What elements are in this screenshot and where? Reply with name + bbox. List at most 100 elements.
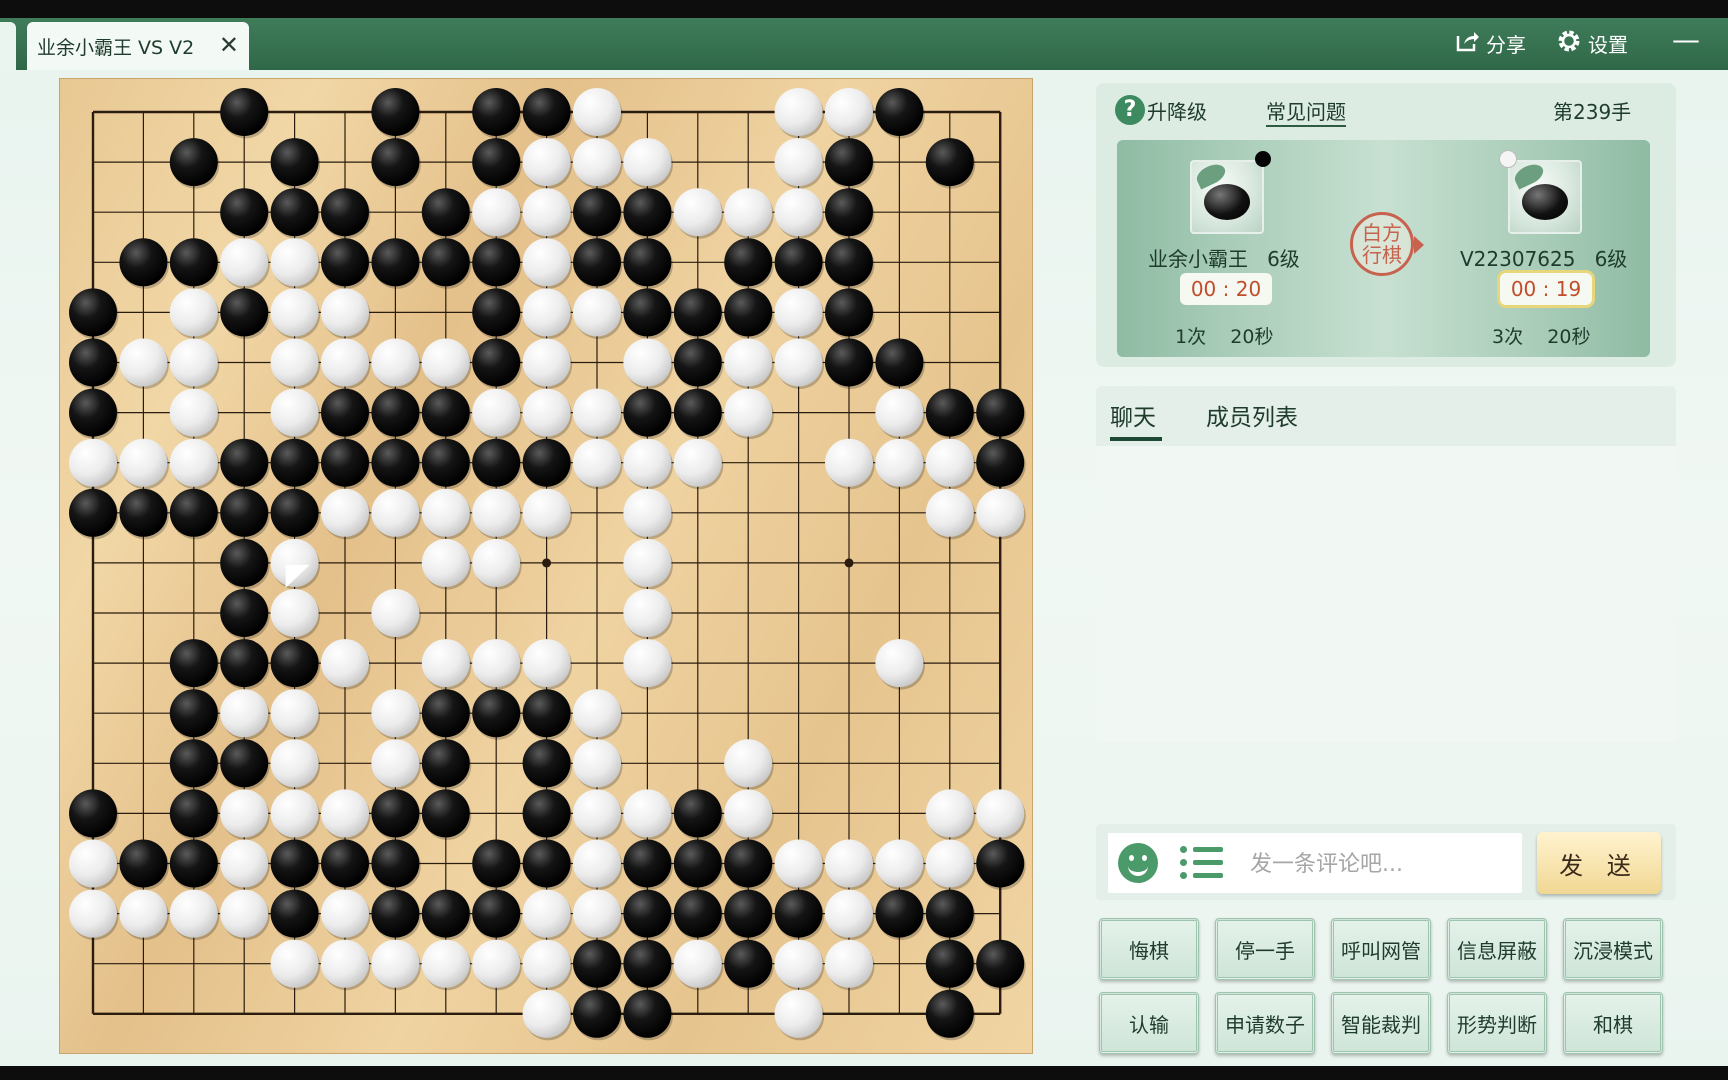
emoji-icon[interactable]: [1118, 843, 1158, 883]
immersive-mode-button[interactable]: 沉浸模式: [1563, 918, 1663, 980]
white-stone: [270, 689, 319, 738]
black-stone: [623, 238, 672, 287]
black-stone: [472, 889, 521, 938]
pass-button[interactable]: 停一手: [1215, 918, 1315, 980]
white-stone: [270, 589, 319, 637]
black-stone: [69, 288, 117, 337]
black-stone: [421, 238, 470, 287]
white-stone: [522, 138, 571, 187]
comment-input[interactable]: [1248, 843, 1516, 885]
white-stone: [119, 438, 168, 487]
move-number: 第239手: [1553, 100, 1632, 124]
black-stone: [925, 138, 974, 187]
black-stone: [472, 288, 521, 337]
black-stone: [673, 338, 722, 387]
white-stone: [623, 538, 672, 587]
black-stone: [69, 388, 117, 437]
black-turn-dot: [1255, 151, 1271, 167]
black-stone: [472, 238, 521, 287]
star-point: [844, 558, 854, 568]
white-stone: [573, 839, 621, 888]
white-stone: [522, 889, 571, 938]
undo-button[interactable]: 悔棋: [1099, 918, 1199, 980]
white-stone: [169, 438, 218, 487]
call-admin-button[interactable]: 呼叫网管: [1331, 918, 1431, 980]
tab-members[interactable]: 成员列表: [1206, 398, 1298, 432]
black-stone: [522, 789, 571, 838]
white-stone: [724, 338, 773, 387]
draw-button[interactable]: 和棋: [1563, 992, 1663, 1054]
white-stone: [270, 739, 319, 788]
black-stone: [220, 538, 269, 587]
black-stone: [220, 88, 269, 136]
black-stone: [69, 338, 117, 387]
go-board[interactable]: [60, 79, 1032, 1053]
gear-icon: [1556, 28, 1582, 58]
os-bottom-bar: [0, 1066, 1728, 1080]
white-stone: [825, 839, 873, 888]
white-stone: [623, 589, 672, 637]
black-stone: [169, 689, 218, 738]
white-stone: [825, 939, 873, 988]
timer-white: 00 : 19: [1500, 273, 1592, 305]
game-tab[interactable]: 业余小霸王 VS V2 ✕: [27, 22, 249, 70]
white-stone: [371, 689, 420, 738]
os-top-bar: [0, 0, 1728, 18]
black-stone: [472, 438, 521, 487]
previous-tab-stub[interactable]: [0, 22, 16, 70]
resign-button[interactable]: 认输: [1099, 992, 1199, 1054]
white-stone: [875, 639, 924, 688]
white-stone: [623, 338, 672, 387]
situation-judgement-button[interactable]: 形势判断: [1447, 992, 1547, 1054]
black-stone: [220, 589, 269, 637]
white-stone: [875, 438, 924, 487]
white-stone: [573, 889, 621, 938]
share-button[interactable]: 分享: [1454, 26, 1526, 60]
list-icon[interactable]: [1180, 845, 1224, 881]
black-stone: [875, 88, 924, 136]
white-stone: [774, 138, 823, 187]
black-stone: [925, 388, 974, 437]
white-stone: [321, 939, 369, 988]
minimize-button[interactable]: —: [1672, 26, 1700, 54]
black-stone: [421, 188, 470, 237]
block-messages-button[interactable]: 信息屏蔽: [1447, 918, 1547, 980]
black-stone: [270, 839, 319, 888]
white-stone: [522, 238, 571, 287]
close-icon[interactable]: ✕: [219, 31, 239, 59]
tab-chat[interactable]: 聊天: [1110, 398, 1156, 432]
white-stone: [421, 538, 470, 587]
settings-button[interactable]: 设置: [1556, 26, 1628, 60]
white-stone: [774, 989, 823, 1038]
white-stone: [573, 789, 621, 838]
send-button[interactable]: 发 送: [1537, 832, 1661, 894]
black-stone: [69, 789, 117, 838]
white-stone: [472, 639, 521, 688]
white-stone: [472, 939, 521, 988]
black-stone: [270, 889, 319, 938]
upgrade-link[interactable]: 升降级: [1147, 96, 1207, 125]
white-stone: [724, 388, 773, 437]
faq-link[interactable]: 常见问题: [1266, 96, 1346, 127]
black-stone: [169, 739, 218, 788]
white-stone: [976, 789, 1025, 838]
ai-referee-button[interactable]: 智能裁判: [1331, 992, 1431, 1054]
black-stone: [673, 388, 722, 437]
white-stone: [421, 488, 470, 537]
player-avatar-white[interactable]: [1508, 160, 1582, 234]
white-stone: [573, 388, 621, 437]
white-stone: [825, 889, 873, 938]
black-stone: [371, 789, 420, 838]
white-stone: [573, 739, 621, 788]
white-stone: [522, 388, 571, 437]
white-stone: [925, 839, 974, 888]
black-stone: [321, 238, 369, 287]
request-count-button[interactable]: 申请数子: [1215, 992, 1315, 1054]
board-grid[interactable]: [60, 79, 1032, 1053]
white-stone: [623, 438, 672, 487]
white-stone: [270, 939, 319, 988]
help-icon[interactable]: ?: [1115, 95, 1145, 125]
white-stone: [169, 889, 218, 938]
black-stone: [421, 889, 470, 938]
player-avatar-black[interactable]: [1190, 160, 1264, 234]
